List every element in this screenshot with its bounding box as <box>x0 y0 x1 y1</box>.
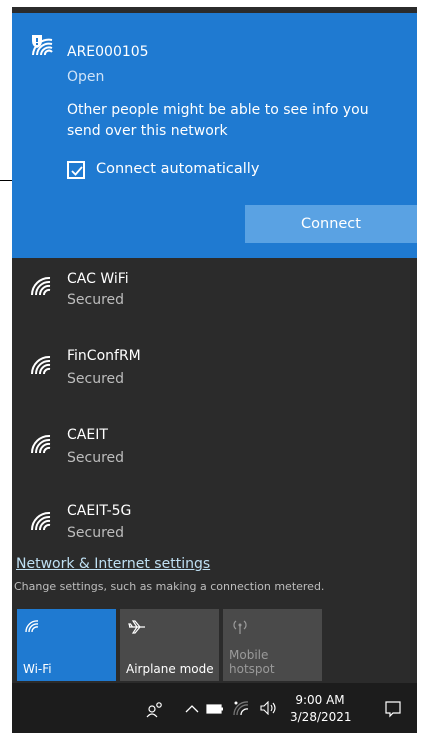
wifi-icon <box>30 511 51 531</box>
network-status: Secured <box>67 371 125 387</box>
connect-button[interactable]: Connect <box>245 205 417 243</box>
wifi-icon <box>30 276 51 296</box>
mobile-hotspot-tile[interactable]: Mobile hotspot <box>223 609 322 681</box>
chevron-up-icon[interactable] <box>185 704 199 714</box>
network-status: Secured <box>67 292 125 308</box>
network-name: FinConfRM <box>67 348 141 364</box>
checkmark-icon <box>71 166 83 176</box>
clock[interactable]: 9:00 AM 3/28/2021 <box>290 692 352 726</box>
clock-time: 9:00 AM <box>295 693 345 707</box>
active-network-name: ARE000105 <box>67 44 149 60</box>
network-name: CAEIT-5G <box>67 503 132 519</box>
people-icon[interactable] <box>145 700 165 718</box>
wifi-toggle-tile[interactable]: Wi-Fi <box>17 609 116 681</box>
hotspot-tile-label: Mobile hotspot <box>229 648 275 676</box>
airplane-icon <box>128 620 145 634</box>
network-name: CAC WiFi <box>67 271 129 287</box>
network-status: Secured <box>67 525 125 539</box>
wifi-icon <box>30 355 51 375</box>
network-status: Secured <box>67 450 125 466</box>
airplane-mode-tile[interactable]: Airplane mode <box>120 609 219 681</box>
wifi-tray-icon[interactable] <box>233 700 251 716</box>
wifi-open-shield-icon <box>32 35 53 56</box>
connect-automatically-label[interactable]: Connect automatically <box>96 161 259 177</box>
connect-automatically-checkbox[interactable] <box>67 161 85 179</box>
wifi-icon <box>25 620 39 633</box>
network-settings-subtitle: Change settings, such as making a connec… <box>14 580 325 593</box>
hotspot-label-line2: hotspot <box>229 662 275 676</box>
clock-date: 3/28/2021 <box>290 710 352 724</box>
hotspot-label-line1: Mobile <box>229 648 269 662</box>
network-internet-settings-link[interactable]: Network & Internet settings <box>16 556 210 572</box>
active-network-status: Open <box>67 69 105 85</box>
network-name: CAEIT <box>67 427 108 443</box>
action-center-icon[interactable] <box>384 700 402 718</box>
airplane-tile-label: Airplane mode <box>126 662 214 676</box>
battery-icon[interactable] <box>206 704 224 714</box>
open-network-warning: Other people might be able to see info y… <box>67 102 369 139</box>
hotspot-icon <box>233 620 247 634</box>
wifi-icon <box>30 434 51 454</box>
active-network-card[interactable]: ARE000105 Open Other people might be abl… <box>12 13 417 258</box>
volume-icon[interactable] <box>260 701 278 715</box>
wifi-tile-label: Wi-Fi <box>23 662 52 676</box>
